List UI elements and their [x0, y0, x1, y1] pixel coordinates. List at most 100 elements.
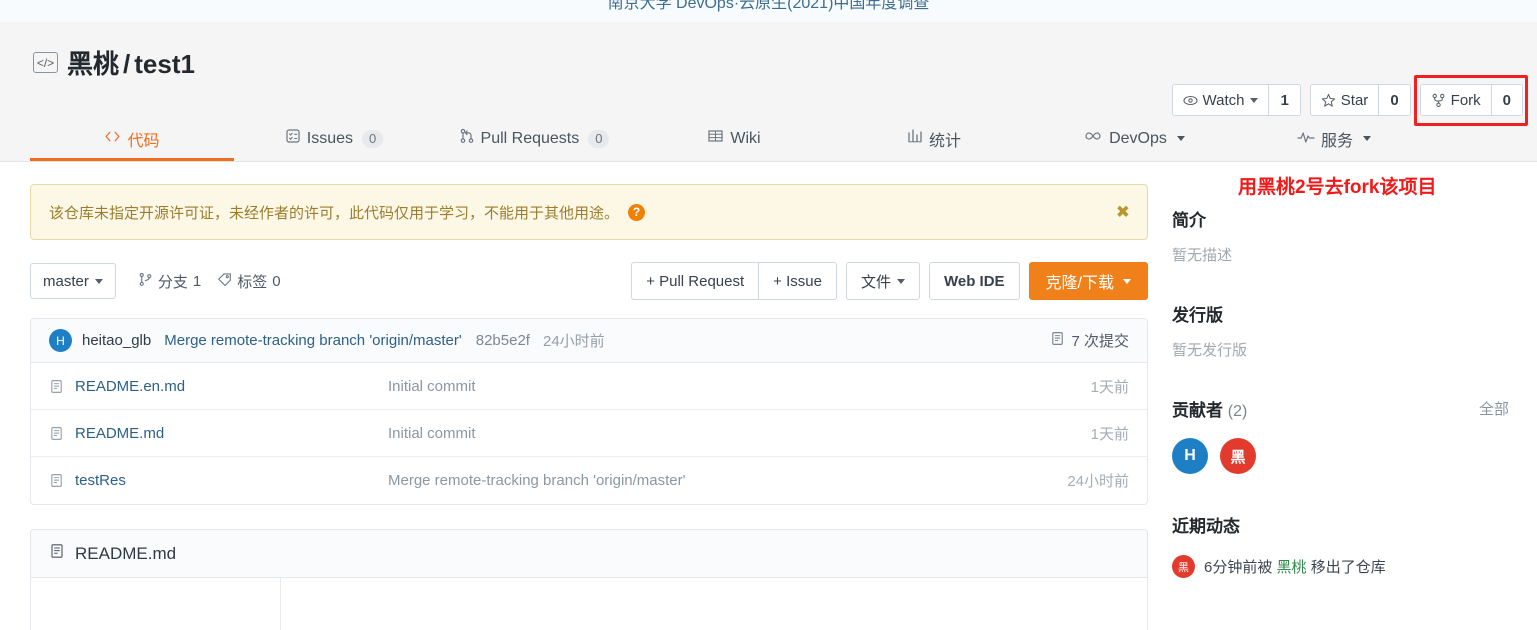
- fork-label: Fork: [1450, 91, 1481, 109]
- table-row[interactable]: testRes Merge remote-tracking branch 'or…: [31, 457, 1147, 504]
- avatar[interactable]: 黑: [1220, 438, 1256, 474]
- web-ide-button[interactable]: Web IDE: [928, 262, 1020, 300]
- code-repo-icon: </>: [33, 52, 58, 73]
- activity-suffix: 移出了仓库: [1310, 559, 1386, 576]
- branch-count-label: 分支: [157, 273, 188, 291]
- avatar[interactable]: H: [1172, 438, 1208, 474]
- file-icon: [49, 543, 65, 564]
- close-icon[interactable]: ✖: [1116, 204, 1130, 221]
- tab-pull-requests-badge: 0: [588, 129, 610, 148]
- activity-user-link[interactable]: 黑桃: [1277, 559, 1307, 576]
- file-time: 1天前: [1090, 425, 1129, 443]
- chevron-down-icon: [1250, 97, 1259, 103]
- files-dropdown-button[interactable]: 文件: [845, 262, 920, 300]
- table-row[interactable]: README.en.md Initial commit 1天前: [31, 363, 1147, 410]
- repository-nav: 代码 Issues 0 Pull Requests 0 Wiki 统计 DevO…: [0, 116, 1537, 161]
- new-pr-issue-group: + Pull Request + Issue: [631, 262, 837, 300]
- infinity-icon: [1083, 128, 1103, 149]
- repo-meta-links: 分支 1 标签 0: [138, 271, 281, 292]
- star-label: Star: [1340, 91, 1369, 109]
- file-name[interactable]: README.md: [75, 425, 388, 442]
- code-icon: [104, 128, 121, 150]
- branch-count-link[interactable]: 分支 1: [138, 271, 201, 292]
- tab-pull-requests-label: Pull Requests: [480, 129, 580, 147]
- question-mark-icon[interactable]: ?: [628, 203, 646, 221]
- repo-toolbar: master 分支 1 标签 0 + Pull Request + Issue …: [30, 262, 1148, 300]
- pull-request-icon: [459, 128, 475, 149]
- issue-icon: [285, 128, 301, 149]
- clone-download-button[interactable]: 克隆/下载: [1028, 262, 1148, 300]
- watch-button[interactable]: Watch: [1172, 85, 1269, 115]
- watch-label: Watch: [1202, 91, 1245, 109]
- chart-icon: [907, 128, 923, 149]
- contributors-heading: 贡献者 (2): [1172, 396, 1523, 421]
- promo-banner: 南京大学 DevOps·云原生(2021)中国年度调查: [0, 0, 1537, 22]
- repo-separator: /: [123, 49, 131, 79]
- sidebar: 用黑桃2号去fork该项目 简介 暂无描述 发行版 暂无发行版 贡献者 (2) …: [1150, 162, 1537, 630]
- list-item: 黑 6分钟前被 黑桃 移出了仓库: [1172, 555, 1523, 578]
- activity-prefix: 6分钟前被: [1204, 559, 1273, 576]
- file-name[interactable]: testRes: [75, 472, 388, 489]
- contributors-all-link[interactable]: 全部: [1479, 398, 1509, 419]
- branch-selector[interactable]: master: [30, 263, 116, 299]
- readme-toc: [31, 578, 281, 630]
- star-count[interactable]: 0: [1378, 85, 1410, 115]
- avatar[interactable]: 黑: [1172, 555, 1195, 578]
- history-icon: [1050, 331, 1065, 350]
- contributors-list: H 黑: [1172, 438, 1523, 474]
- watch-count[interactable]: 1: [1268, 85, 1300, 115]
- release-text: 暂无发行版: [1172, 342, 1248, 359]
- readme-header: README.md: [31, 530, 1147, 578]
- repository-actions: Watch 1 Star 0 Fork 0: [1171, 84, 1523, 116]
- readme-panel: README.md: [30, 529, 1148, 630]
- tag-count-link[interactable]: 标签 0: [217, 271, 281, 292]
- tab-issues[interactable]: Issues 0: [234, 116, 434, 161]
- commit-message[interactable]: Merge remote-tracking branch 'origin/mas…: [164, 332, 462, 349]
- table-row[interactable]: README.md Initial commit 1天前: [31, 410, 1147, 457]
- file-name[interactable]: README.en.md: [75, 378, 388, 395]
- fork-count[interactable]: 0: [1490, 85, 1522, 115]
- tab-services[interactable]: 服务: [1234, 116, 1434, 161]
- tab-code[interactable]: 代码: [30, 116, 234, 161]
- commit-count-link[interactable]: 7 次提交: [1050, 330, 1129, 351]
- repo-name[interactable]: test1: [134, 49, 195, 79]
- page-body: 该仓库未指定开源许可证，未经作者的许可，此代码仅用于学习，不能用于其他用途。 ?…: [0, 162, 1537, 630]
- commit-count-label: 7 次提交: [1071, 333, 1129, 350]
- readme-body: [31, 578, 1147, 630]
- intro-text: 暂无描述: [1172, 247, 1233, 264]
- pulse-icon: [1297, 128, 1315, 149]
- tab-devops-label: DevOps: [1109, 129, 1167, 147]
- readme-title: README.md: [75, 543, 177, 563]
- avatar[interactable]: H: [49, 329, 72, 352]
- tab-devops[interactable]: DevOps: [1034, 116, 1234, 161]
- fork-annotation-text: 用黑桃2号去fork该项目: [1238, 177, 1437, 198]
- fork-button-group[interactable]: Fork 0: [1419, 84, 1523, 116]
- file-icon: [49, 379, 64, 394]
- repo-owner[interactable]: 黑桃: [67, 49, 119, 79]
- intro-heading: 简介: [1172, 211, 1206, 230]
- commit-time: 24小时前: [542, 333, 605, 350]
- watch-button-group[interactable]: Watch 1: [1171, 84, 1301, 116]
- commit-sha[interactable]: 82b5e2f: [476, 332, 530, 349]
- tag-count-label: 标签: [237, 273, 268, 291]
- toolbar-actions: + Pull Request + Issue 文件 Web IDE 克隆/下载: [631, 262, 1148, 300]
- tab-wiki-label: Wiki: [730, 129, 761, 147]
- tab-statistics[interactable]: 统计: [834, 116, 1034, 161]
- fork-button[interactable]: Fork: [1420, 85, 1491, 115]
- repository-title-row: </> 黑桃 / test1: [0, 22, 1537, 81]
- tab-issues-badge: 0: [362, 129, 384, 148]
- branch-count-icon: [138, 272, 153, 291]
- tab-wiki[interactable]: Wiki: [634, 116, 834, 161]
- tab-code-label: 代码: [127, 132, 160, 150]
- new-issue-button[interactable]: + Issue: [759, 262, 837, 300]
- star-button[interactable]: Star: [1310, 85, 1379, 115]
- book-icon: [707, 128, 724, 149]
- star-button-group[interactable]: Star 0: [1309, 84, 1411, 116]
- branch-count-value: 1: [192, 272, 202, 290]
- tag-icon: [217, 272, 232, 291]
- commit-author[interactable]: heitao_glb: [82, 332, 151, 349]
- tab-pull-requests[interactable]: Pull Requests 0: [434, 116, 634, 161]
- file-commit-message: Initial commit: [388, 377, 476, 395]
- file-table: H heitao_glb Merge remote-tracking branc…: [30, 318, 1148, 505]
- new-pull-request-button[interactable]: + Pull Request: [631, 262, 760, 300]
